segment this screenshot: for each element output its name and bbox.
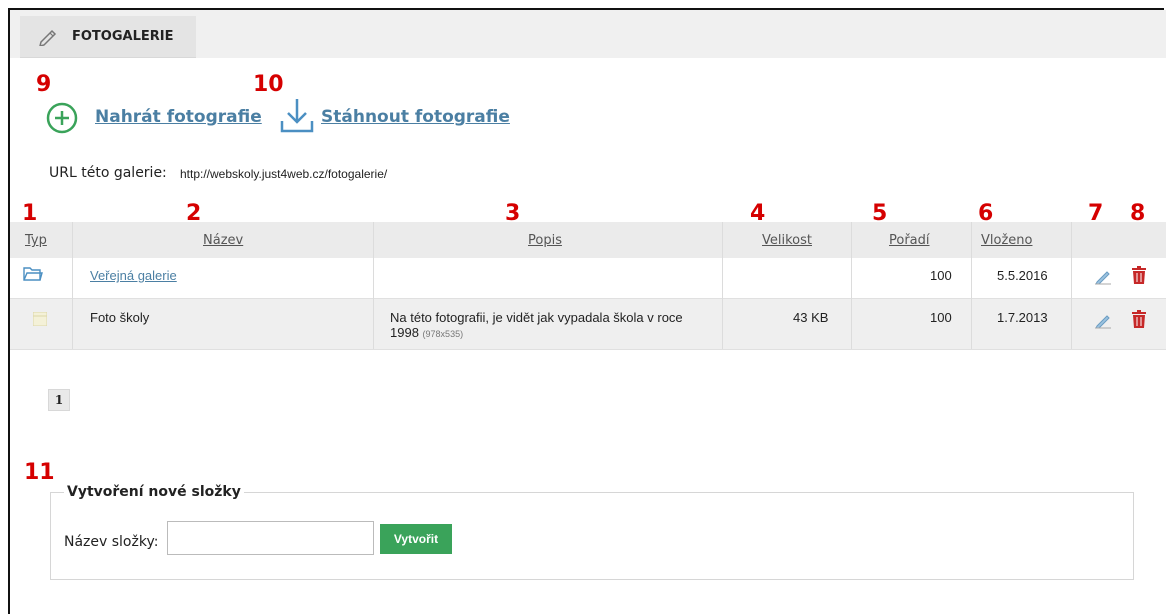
column-divider bbox=[1071, 222, 1072, 349]
inserted-date: 5.5.2016 bbox=[997, 268, 1048, 283]
column-header-type[interactable]: Typ bbox=[25, 233, 47, 248]
upload-photos-link[interactable]: Nahrát fotografie bbox=[95, 107, 262, 127]
image-thumbnail-icon bbox=[32, 311, 48, 330]
photo-description: Na této fotografii, je vidět jak vypadal… bbox=[390, 310, 715, 342]
inserted-date: 1.7.2013 bbox=[997, 310, 1048, 325]
edit-pencil-icon[interactable] bbox=[1094, 267, 1112, 289]
column-header-name[interactable]: Název bbox=[203, 233, 243, 248]
column-divider bbox=[971, 222, 972, 349]
folder-icon bbox=[23, 266, 43, 286]
trash-icon[interactable] bbox=[1131, 309, 1147, 333]
gallery-url-label: URL této galerie: bbox=[49, 165, 167, 181]
column-divider bbox=[72, 222, 73, 349]
order-value: 100 bbox=[930, 268, 952, 283]
column-header-inserted[interactable]: Vloženo bbox=[981, 233, 1032, 248]
pencil-icon bbox=[38, 28, 58, 48]
pagination-page-button[interactable]: 1 bbox=[48, 389, 70, 411]
column-header-order[interactable]: Pořadí bbox=[889, 233, 930, 248]
tab-fotogalerie[interactable]: FOTOGALERIE bbox=[20, 16, 196, 58]
folder-name-label: Název složky: bbox=[64, 534, 159, 550]
gallery-name-link[interactable]: Veřejná galerie bbox=[90, 268, 177, 283]
column-header-description[interactable]: Popis bbox=[528, 233, 562, 248]
annotation-11: 11 bbox=[24, 460, 55, 485]
gallery-url-value: http://webskoly.just4web.cz/fotogalerie/ bbox=[180, 167, 388, 181]
create-folder-button[interactable]: Vytvořit bbox=[380, 524, 452, 554]
plus-circle-icon[interactable] bbox=[46, 102, 78, 138]
order-value: 100 bbox=[930, 310, 952, 325]
download-icon[interactable] bbox=[279, 96, 315, 138]
download-photos-link[interactable]: Stáhnout fotografie bbox=[321, 107, 510, 127]
edit-pencil-icon[interactable] bbox=[1094, 311, 1112, 333]
column-divider bbox=[722, 222, 723, 349]
annotation-10: 10 bbox=[253, 72, 284, 97]
column-divider bbox=[851, 222, 852, 349]
tab-label: FOTOGALERIE bbox=[72, 29, 174, 44]
annotation-9: 9 bbox=[36, 72, 52, 97]
folder-name-input[interactable] bbox=[167, 521, 374, 555]
column-header-size[interactable]: Velikost bbox=[762, 233, 812, 248]
column-divider bbox=[373, 222, 374, 349]
trash-icon[interactable] bbox=[1131, 265, 1147, 289]
photo-name: Foto školy bbox=[90, 310, 150, 325]
table-row bbox=[10, 258, 1166, 299]
size-value: 43 KB bbox=[793, 310, 829, 325]
photo-dimensions: (978x535) bbox=[422, 329, 464, 339]
new-folder-legend: Vytvoření nové složky bbox=[64, 484, 244, 500]
